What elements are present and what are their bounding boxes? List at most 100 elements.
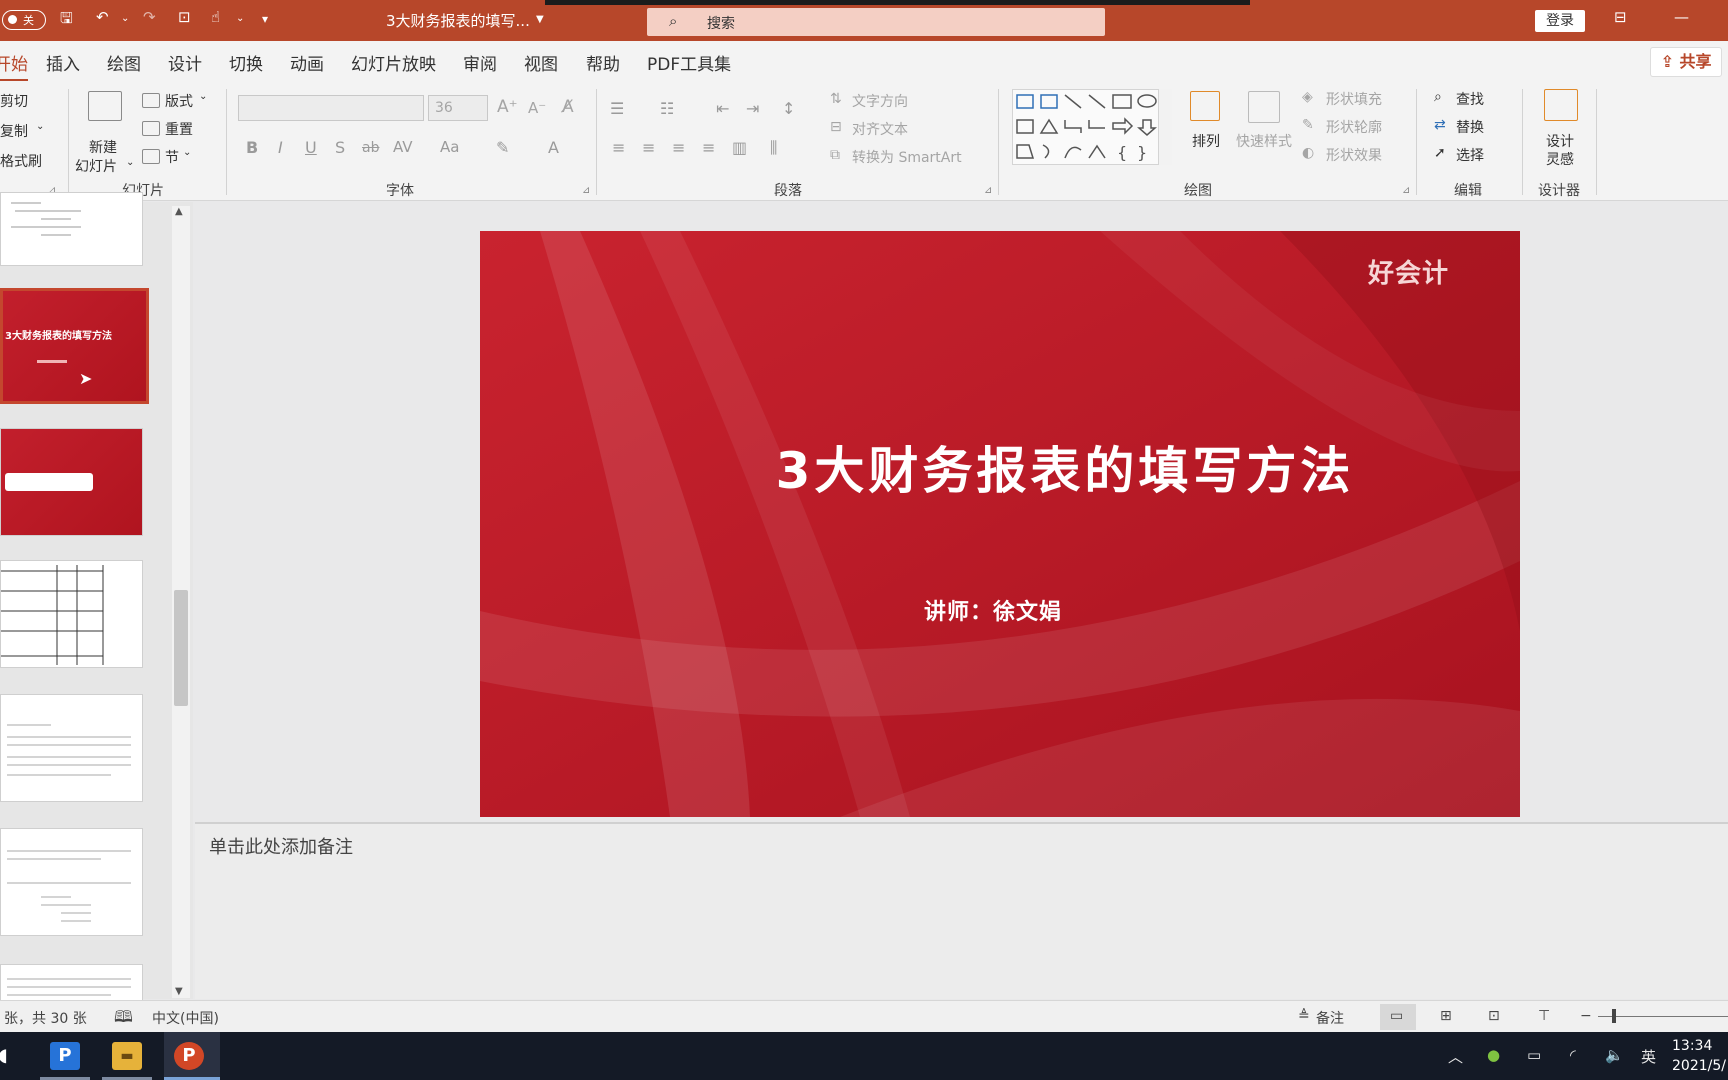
- zoom-slider-thumb[interactable]: [1612, 1009, 1616, 1023]
- clock[interactable]: 13:34 2021/5/: [1672, 1036, 1726, 1076]
- battery-icon[interactable]: ▭: [1527, 1046, 1541, 1064]
- design-ideas-label-1[interactable]: 设计: [1546, 131, 1574, 151]
- layout-button[interactable]: 版式: [165, 91, 193, 111]
- notes-toggle-icon[interactable]: ≜: [1298, 1008, 1310, 1024]
- normal-view-icon[interactable]: ▭: [1390, 1008, 1403, 1024]
- shapes-gallery[interactable]: {}: [1012, 89, 1172, 165]
- tray-overflow-icon[interactable]: ︿: [1448, 1046, 1463, 1067]
- slide-sorter-icon[interactable]: ⊞: [1440, 1008, 1452, 1024]
- shape-fill-button[interactable]: 形状填充: [1326, 89, 1382, 109]
- copy-button[interactable]: 复制: [0, 121, 28, 141]
- shape-outline-button[interactable]: 形状轮廓: [1326, 117, 1382, 137]
- tab-animations[interactable]: 动画: [290, 50, 324, 75]
- grow-font-icon[interactable]: A⁺: [497, 97, 518, 117]
- tab-view[interactable]: 视图: [524, 50, 558, 75]
- replace-button[interactable]: 替换: [1456, 117, 1484, 137]
- save-icon[interactable]: 🖫: [60, 8, 73, 33]
- ribbon-display-icon[interactable]: ⊟: [1614, 8, 1627, 26]
- zoom-slider[interactable]: [1598, 1016, 1728, 1017]
- share-button[interactable]: ⇪ 共享: [1650, 47, 1722, 77]
- font-launcher-icon[interactable]: ⊿: [582, 185, 590, 196]
- title-dropdown-icon[interactable]: ▼: [536, 14, 544, 25]
- search-box[interactable]: ⌕ 搜索: [647, 8, 1105, 36]
- ime-indicator[interactable]: 英: [1641, 1046, 1656, 1067]
- minimize-icon[interactable]: —: [1674, 8, 1689, 26]
- taskbar-app-icon[interactable]: ◖: [0, 1042, 18, 1070]
- section-dropdown-icon[interactable]: ⌄: [183, 147, 191, 158]
- align-right-icon[interactable]: ≡: [672, 138, 685, 157]
- shapes-gallery-scroll[interactable]: [1158, 89, 1172, 165]
- scroll-down-icon[interactable]: ▼: [175, 986, 183, 997]
- select-button[interactable]: 选择: [1456, 145, 1484, 165]
- tab-draw[interactable]: 绘图: [107, 50, 141, 75]
- tab-insert[interactable]: 插入: [46, 50, 80, 75]
- copy-dropdown-icon[interactable]: ⌄: [36, 121, 44, 132]
- powerpoint-icon[interactable]: P: [174, 1042, 204, 1070]
- login-button[interactable]: 登录: [1535, 10, 1585, 32]
- shadow-icon[interactable]: S: [335, 138, 345, 157]
- font-name-combo[interactable]: [238, 95, 424, 121]
- accessibility-icon[interactable]: 🕮: [114, 1006, 133, 1033]
- char-spacing-icon[interactable]: AV: [393, 138, 413, 156]
- touch-dropdown-icon[interactable]: ⌄: [236, 13, 244, 24]
- increase-indent-icon[interactable]: ⇥: [746, 99, 759, 118]
- layout-dropdown-icon[interactable]: ⌄: [199, 91, 207, 102]
- new-slide-dropdown-icon[interactable]: ⌄: [126, 157, 134, 168]
- notes-pane[interactable]: 单击此处添加备注: [195, 824, 1728, 999]
- tab-transitions[interactable]: 切换: [229, 50, 263, 75]
- clear-format-icon[interactable]: A̸: [562, 97, 574, 117]
- undo-icon[interactable]: ↶: [96, 8, 109, 26]
- slide-thumbnail[interactable]: [0, 694, 143, 802]
- tab-home[interactable]: 开始: [0, 50, 28, 82]
- scroll-up-icon[interactable]: ▲: [175, 206, 183, 217]
- slide-title[interactable]: 3大财务报表的填写方法: [480, 431, 1520, 503]
- slide-subtitle[interactable]: 讲师：徐文娟: [924, 594, 1062, 626]
- justify-icon[interactable]: ≡: [702, 138, 715, 157]
- undo-dropdown-icon[interactable]: ⌄: [121, 13, 129, 24]
- new-slide-label-1[interactable]: 新建: [89, 137, 117, 157]
- quick-styles-button[interactable]: 快速样式: [1236, 131, 1292, 151]
- font-color-icon[interactable]: A: [548, 138, 559, 157]
- arrange-button[interactable]: 排列: [1192, 131, 1220, 151]
- tab-slideshow[interactable]: 幻灯片放映: [351, 50, 436, 75]
- tray-app-icon[interactable]: ●: [1487, 1046, 1500, 1064]
- new-slide-label-2[interactable]: 幻灯片: [75, 156, 117, 176]
- text-direction-button[interactable]: 文字方向: [852, 91, 908, 111]
- italic-icon[interactable]: I: [278, 138, 283, 157]
- change-case-icon[interactable]: Aa: [440, 138, 459, 156]
- wifi-icon[interactable]: ◜: [1570, 1046, 1576, 1064]
- tab-help[interactable]: 帮助: [586, 50, 620, 75]
- file-explorer-icon[interactable]: ▬: [112, 1042, 142, 1070]
- slide-thumbnail[interactable]: [0, 828, 143, 936]
- document-title[interactable]: 3大财务报表的填写...: [386, 10, 530, 31]
- redo-icon[interactable]: ↷: [143, 8, 156, 26]
- new-slide-icon[interactable]: [88, 91, 122, 121]
- slide-thumbnail-selected[interactable]: 3大财务报表的填写方法 ➤: [0, 288, 149, 404]
- bold-icon[interactable]: B: [246, 138, 258, 157]
- slide-thumbnail[interactable]: [0, 964, 143, 1004]
- reset-button[interactable]: 重置: [165, 119, 193, 139]
- highlight-icon[interactable]: ✎: [496, 138, 509, 157]
- slide-thumbnail[interactable]: [0, 428, 143, 536]
- section-button[interactable]: 节: [165, 147, 179, 167]
- design-ideas-label-2[interactable]: 灵感: [1546, 149, 1574, 169]
- paragraph-launcher-icon[interactable]: ⊿: [984, 185, 992, 196]
- underline-icon[interactable]: U: [305, 138, 317, 157]
- reading-view-icon[interactable]: ⊡: [1488, 1008, 1500, 1024]
- scrollbar-thumb[interactable]: [174, 590, 188, 706]
- smartart-button[interactable]: 转换为 SmartArt: [852, 147, 962, 167]
- language-indicator[interactable]: 中文(中国): [152, 1008, 219, 1028]
- tab-pdf-tools[interactable]: PDF工具集: [647, 50, 731, 75]
- numbering-icon[interactable]: ☷: [660, 99, 674, 118]
- align-left-icon[interactable]: ≡: [612, 138, 625, 157]
- zoom-out-icon[interactable]: −: [1580, 1008, 1592, 1024]
- font-size-combo[interactable]: 36: [428, 95, 488, 121]
- thumbnail-scrollbar[interactable]: ▲ ▼: [172, 206, 190, 998]
- format-painter-button[interactable]: 格式刷: [0, 151, 42, 171]
- distributed-icon[interactable]: ▥: [732, 138, 747, 157]
- volume-icon[interactable]: 🔈: [1605, 1046, 1624, 1064]
- drawing-launcher-icon[interactable]: ⊿: [1402, 185, 1410, 196]
- shrink-font-icon[interactable]: A⁻: [528, 99, 546, 117]
- tab-design[interactable]: 设计: [168, 50, 202, 75]
- shape-effects-button[interactable]: 形状效果: [1326, 145, 1382, 165]
